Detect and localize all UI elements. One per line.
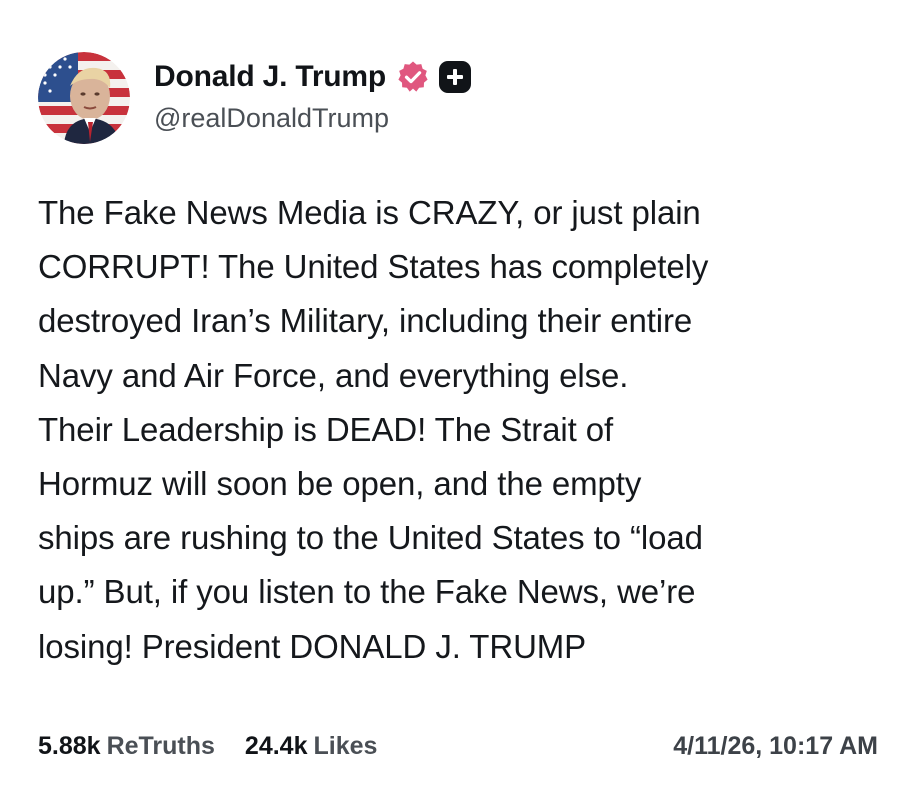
verified-badge-icon xyxy=(396,60,430,94)
retruths-label: ReTruths xyxy=(106,731,215,760)
post-header: Donald J. Trump @realDonaldTrump xyxy=(38,52,876,144)
post-body-line: ships are rushing to the United States t… xyxy=(38,519,703,557)
post-footer: 5.88k ReTruths 24.4k Likes 4/11/26, 10:1… xyxy=(38,722,878,770)
author-display-name[interactable]: Donald J. Trump xyxy=(154,60,386,94)
post-body: The Fake News Media is CRAZY, or just pl… xyxy=(38,186,888,674)
plus-icon xyxy=(447,68,464,85)
likes-label: Likes xyxy=(313,731,378,760)
retruths-count: 5.88k xyxy=(38,731,101,760)
likes-stat[interactable]: 24.4k Likes xyxy=(245,732,378,761)
likes-count: 24.4k xyxy=(244,731,308,760)
name-row: Donald J. Trump xyxy=(154,57,472,97)
post-body-line: Their Leadership is DEAD! The Strait of xyxy=(38,410,614,448)
truth-post: Donald J. Trump @realDonaldTrump The Fak… xyxy=(0,0,914,794)
post-timestamp[interactable]: 4/11/26, 10:17 AM xyxy=(673,732,878,761)
post-body-line: Navy and Air Force, and everything else. xyxy=(38,356,629,394)
post-body-line: destroyed Iran’s Military, including the… xyxy=(38,302,693,340)
post-body-line: up.” But, if you listen to the Fake News… xyxy=(38,573,696,611)
post-body-line: CORRUPT! The United States has completel… xyxy=(38,248,709,286)
post-body-line: losing! President DONALD J. TRUMP xyxy=(38,627,587,665)
avatar[interactable] xyxy=(38,52,130,144)
post-body-line: Hormuz will soon be open, and the empty xyxy=(38,465,642,503)
follow-plus-button[interactable] xyxy=(439,60,472,93)
author-handle[interactable]: @realDonaldTrump xyxy=(154,103,471,134)
retruths-stat[interactable]: 5.88k ReTruths xyxy=(38,732,215,761)
post-body-line: The Fake News Media is CRAZY, or just pl… xyxy=(38,194,701,231)
avatar-image xyxy=(38,52,130,144)
author-identity: Donald J. Trump @realDonaldTrump xyxy=(154,57,472,134)
